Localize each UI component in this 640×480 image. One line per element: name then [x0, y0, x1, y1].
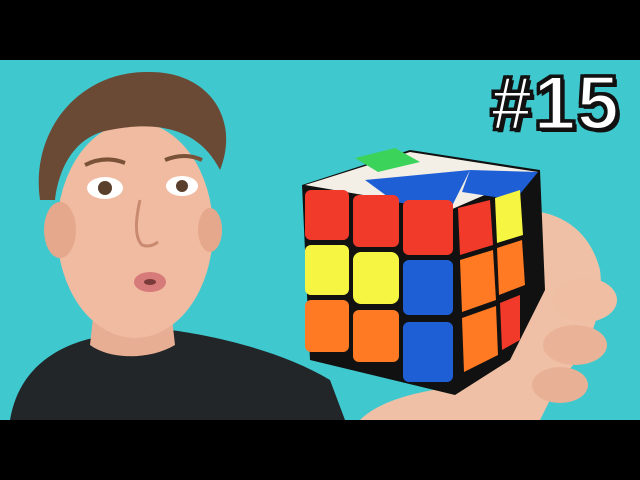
- video-thumbnail: #15: [0, 0, 640, 480]
- episode-number-label: #15: [489, 61, 621, 146]
- thumbnail-photo: #15: [0, 60, 640, 420]
- rubiks-cube: [302, 148, 545, 395]
- person: [10, 71, 345, 420]
